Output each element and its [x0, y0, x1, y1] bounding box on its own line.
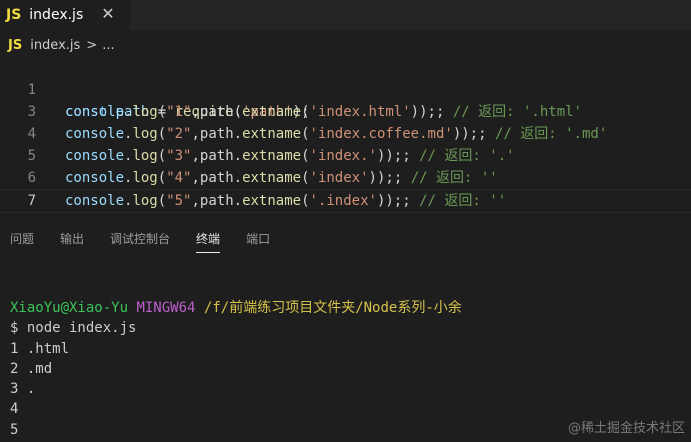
token-method: extname — [242, 104, 302, 120]
watermark: @稀土掘金技术社区 — [567, 421, 685, 436]
code-line: 7 console.log("5",path.extname('.index'))… — [0, 189, 691, 213]
token-end: )); — [376, 193, 403, 209]
token-file: 'index' — [309, 170, 369, 186]
token-comma: ,path. — [191, 193, 243, 209]
token-obj: console — [65, 193, 125, 209]
token-arg: "5" — [166, 193, 192, 209]
prompt-path: /f/前端练习项目文件夹/Node系列-小余 — [203, 300, 462, 316]
tab-output[interactable]: 输出 — [60, 222, 84, 256]
tab-index-js[interactable]: JS index.js ✕ — [0, 0, 130, 30]
tab-debug-console[interactable]: 调试控制台 — [110, 222, 170, 256]
token-comment: // 返回: '.' — [410, 148, 515, 164]
token-p: ( — [301, 104, 310, 120]
prompt-user: XiaoYu@Xiao-Yu — [10, 300, 129, 316]
code-line: 4 console.log("2",path.extname('index.cof… — [0, 123, 691, 145]
tab-problems[interactable]: 问题 — [10, 222, 34, 256]
chevron-right-icon: > — [86, 37, 98, 53]
token-comma: ,path. — [191, 126, 243, 142]
token-fn: log — [132, 126, 158, 142]
tab-terminal[interactable]: 终端 — [196, 222, 221, 256]
line-number: 3 — [27, 104, 36, 120]
code-line: 5 console.log("3",path.extname('index.'))… — [0, 145, 691, 167]
command-line: $ node index.js — [10, 320, 137, 337]
token-method: extname — [242, 126, 302, 142]
token-open: ( — [157, 170, 167, 186]
panel-tabs: 问题 输出 调试控制台 终端 端口 — [0, 222, 691, 256]
token-p: ( — [301, 148, 310, 164]
token-file: 'index.coffee.md' — [309, 126, 453, 142]
token-method: extname — [242, 193, 302, 209]
token-p: ( — [301, 170, 310, 186]
token-end: )); — [368, 170, 394, 186]
token-method: extname — [242, 148, 302, 164]
line-number: 4 — [27, 126, 36, 142]
token-p: ( — [301, 193, 310, 209]
output-line: 1 .html — [10, 340, 70, 357]
token-fn: log — [132, 193, 158, 209]
token-p: ( — [301, 126, 310, 142]
token-comma: ,path. — [191, 170, 243, 186]
line-number: 7 — [27, 193, 36, 209]
token-comment: // 返回: '.md' — [486, 126, 608, 142]
token-comment: // 返回: '.html' — [444, 104, 582, 120]
breadcrumb: JS index.js > ... — [0, 34, 691, 56]
output-line: 3 . — [10, 381, 36, 398]
token-open: ( — [157, 126, 167, 142]
token-semi: ; — [402, 193, 411, 209]
token-open: ( — [157, 193, 167, 209]
close-icon[interactable]: ✕ — [99, 4, 117, 24]
token-semi: ; — [393, 170, 403, 186]
token-arg: "2" — [166, 126, 192, 142]
token-end: )); — [452, 126, 479, 142]
line-number: 5 — [27, 148, 36, 164]
editor-tab-bar: JS index.js ✕ — [0, 0, 691, 31]
token-file: '.index' — [309, 193, 377, 209]
token-obj: console — [65, 104, 125, 120]
breadcrumb-more[interactable]: ... — [102, 38, 114, 53]
tab-label: index.js — [29, 7, 84, 23]
output-line: 2 .md — [10, 360, 53, 377]
output-line: 5 — [10, 421, 19, 438]
breadcrumb-file[interactable]: index.js — [30, 38, 80, 53]
token-file: 'index.' — [309, 148, 377, 164]
token-open: ( — [157, 148, 167, 164]
js-file-icon: JS — [8, 37, 23, 53]
token-end: )); — [410, 104, 436, 120]
token-arg: "4" — [166, 170, 192, 186]
token-comment: // 返回: '' — [410, 193, 507, 209]
prompt-line: XiaoYu@Xiao-Yu MINGW64 /f/前端练习项目文件夹/Node… — [10, 300, 462, 316]
tab-ports[interactable]: 端口 — [246, 222, 270, 256]
token-end: )); — [376, 148, 403, 164]
code-editor[interactable]: 1 const path = require('path'); 3 console… — [0, 57, 691, 213]
token-comma: ,path. — [191, 104, 243, 120]
token-semi: ; — [402, 148, 411, 164]
code-line: 1 const path = require('path'); — [0, 57, 691, 120]
token-comma: ,path. — [191, 148, 243, 164]
output-line: 4 — [10, 401, 19, 418]
token-arg: "3" — [166, 148, 192, 164]
js-file-icon: JS — [6, 7, 22, 23]
token-arg: "1" — [166, 104, 192, 120]
prompt-host: MINGW64 — [136, 300, 196, 316]
token-obj: console — [65, 148, 125, 164]
token-obj: console — [65, 126, 125, 142]
token-fn: log — [132, 170, 158, 186]
token-open: ( — [157, 104, 167, 120]
token-fn: log — [132, 148, 158, 164]
token-comment: // 返回: '' — [402, 170, 498, 186]
code-line: 6 console.log("4",path.extname('index'));… — [0, 167, 691, 189]
token-obj: console — [65, 170, 125, 186]
line-number: 6 — [27, 170, 36, 186]
token-file: 'index.html' — [309, 104, 411, 120]
token-semi: ; — [478, 126, 487, 142]
terminal-output[interactable]: XiaoYu@Xiao-Yu MINGW64 /f/前端练习项目文件夹/Node… — [10, 298, 462, 440]
token-fn: log — [132, 104, 158, 120]
token-method: extname — [242, 170, 302, 186]
code-line: 3 console.log("1",path.extname('index.htm… — [0, 101, 691, 123]
